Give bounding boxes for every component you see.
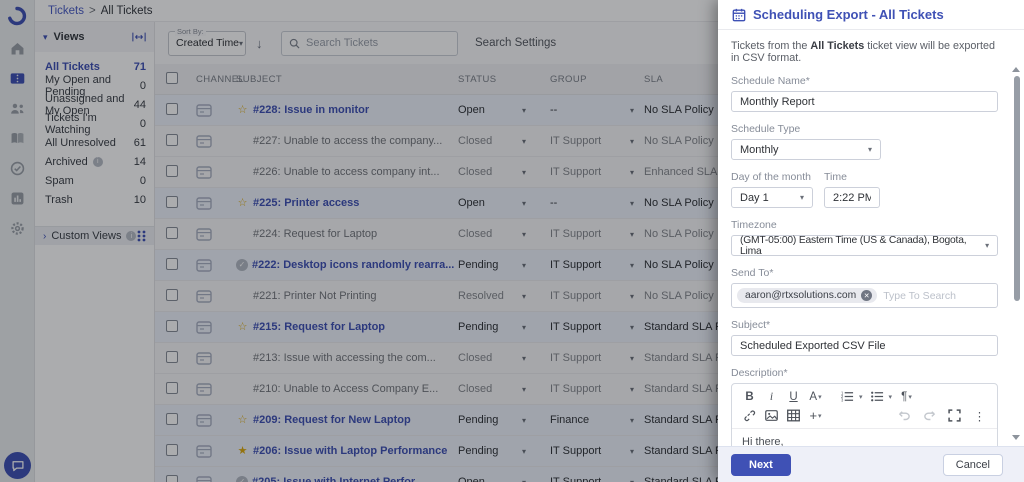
paragraph-format-icon[interactable]: ¶ ▾ (899, 389, 914, 404)
subject-label: Subject* (731, 319, 771, 331)
next-button[interactable]: Next (731, 453, 791, 476)
modal-description: Tickets from the All Tickets ticket view… (731, 40, 996, 64)
modal-body: Tickets from the All Tickets ticket view… (718, 31, 1024, 446)
day-of-month-select[interactable]: Day 1 ▾ (731, 187, 813, 208)
font-style-icon[interactable]: A ▾ (808, 389, 823, 404)
timezone-label: Timezone (731, 219, 777, 231)
calendar-icon (732, 8, 746, 21)
caret-down-icon: ▾ (867, 145, 872, 154)
caret-down-icon[interactable]: ▾ (889, 393, 893, 401)
bullet-list-icon[interactable] (870, 389, 885, 404)
schedule-type-select[interactable]: Monthly ▾ (731, 139, 881, 160)
caret-down-icon: ▾ (985, 241, 989, 250)
schedule-name-input[interactable] (731, 91, 998, 112)
bold-icon[interactable]: B (742, 389, 757, 404)
scheduling-export-modal: Scheduling Export - All Tickets Tickets … (718, 0, 1024, 482)
timezone-select[interactable]: (GMT-05:00) Eastern Time (US & Canada), … (731, 235, 998, 257)
insert-image-icon[interactable] (764, 408, 779, 423)
caret-down-icon[interactable]: ▾ (859, 393, 863, 401)
scrollbar-up-arrow[interactable] (1012, 67, 1020, 72)
day-of-month-label: Day of the month (731, 171, 811, 183)
modal-header: Scheduling Export - All Tickets (718, 0, 1024, 30)
ordered-list-icon[interactable]: 123 (840, 389, 855, 404)
time-input[interactable] (824, 187, 880, 208)
modal-backdrop[interactable] (0, 0, 718, 482)
redo-icon[interactable] (922, 408, 937, 423)
schedule-name-label: Schedule Name* (731, 75, 810, 87)
rich-text-editor[interactable]: B i U A ▾ 123 ▾ ▾ ¶ ▾ + ▾ ⋮ Hi there, (731, 383, 998, 446)
send-to-label: Send To* (731, 267, 774, 279)
schedule-type-label: Schedule Type (731, 123, 801, 135)
italic-icon[interactable]: i (764, 389, 779, 404)
more-options-icon[interactable]: ⋮ (972, 408, 987, 423)
modal-title: Scheduling Export - All Tickets (753, 7, 944, 22)
undo-icon[interactable] (897, 408, 912, 423)
fullscreen-icon[interactable] (947, 408, 962, 423)
cancel-button[interactable]: Cancel (942, 453, 1003, 476)
send-to-field[interactable]: aaron@rtxsolutions.com ✕ (731, 283, 998, 308)
scrollbar-down-arrow[interactable] (1012, 435, 1020, 440)
subject-input[interactable] (731, 335, 998, 356)
insert-more-icon[interactable]: + ▾ (808, 408, 823, 423)
insert-link-icon[interactable] (742, 408, 757, 423)
editor-content[interactable]: Hi there, (732, 429, 997, 446)
insert-table-icon[interactable] (786, 408, 801, 423)
underline-icon[interactable]: U (786, 389, 801, 404)
description-label: Description* (731, 367, 788, 379)
remove-recipient-icon[interactable]: ✕ (861, 290, 873, 301)
time-label: Time (824, 171, 847, 183)
modal-footer: Next Cancel (718, 446, 1024, 482)
svg-text:3: 3 (841, 398, 844, 403)
editor-toolbar-row-1: B i U A ▾ 123 ▾ ▾ ¶ ▾ (732, 384, 997, 406)
send-to-input[interactable] (883, 289, 992, 302)
caret-down-icon: ▾ (799, 193, 804, 202)
editor-toolbar-row-2: + ▾ ⋮ (732, 406, 997, 429)
app-window: Tickets > All Tickets ▾ Views All Ticket… (0, 0, 1024, 482)
recipient-chip: aaron@rtxsolutions.com ✕ (737, 288, 878, 303)
scrollbar-thumb[interactable] (1014, 76, 1020, 301)
